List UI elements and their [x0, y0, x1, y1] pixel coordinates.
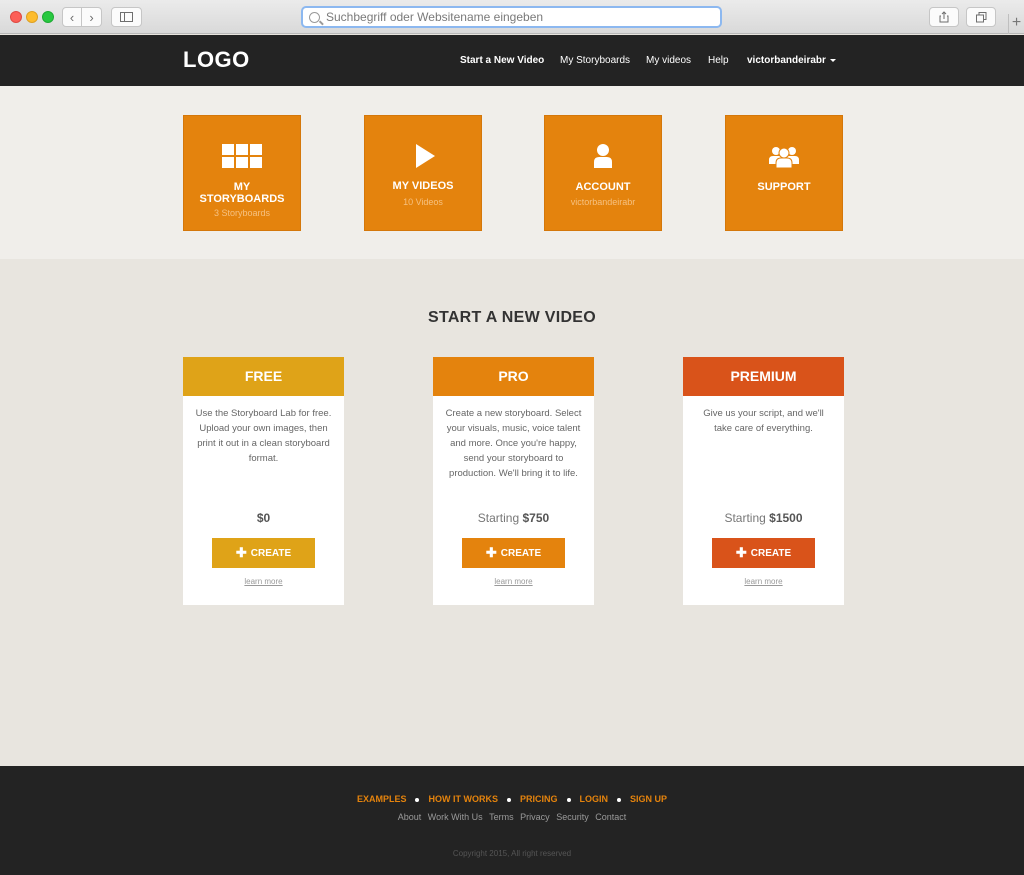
user-menu-label: victorbandeirabr [747, 55, 826, 66]
logo[interactable]: LOGO [183, 47, 250, 73]
plan-description: Use the Storyboard Lab for free. Upload … [195, 408, 332, 464]
footer-link-security[interactable]: Security [556, 812, 589, 822]
chevron-right-icon: › [89, 9, 94, 25]
section-title: START A NEW VIDEO [427, 309, 597, 326]
create-label: CREATE [750, 548, 792, 559]
bullet-separator [566, 797, 571, 802]
learn-more-link[interactable]: learn more [683, 577, 844, 586]
price-prefix: Starting [477, 511, 520, 525]
tile-my-storyboards[interactable]: MY STORYBOARDS 3 Storyboards [183, 115, 301, 231]
tabs-icon [975, 11, 986, 22]
create-label: CREATE [250, 548, 292, 559]
learn-more-link[interactable]: learn more [433, 577, 594, 586]
copyright: Copyright 2015, All right reserved [452, 849, 572, 858]
site-footer: EXAMPLES HOW IT WORKS PRICING LOGIN SIGN UP … [0, 766, 1024, 875]
price-value: $750 [522, 511, 550, 525]
footer-link-sign-up[interactable]: SIGN UP [630, 794, 667, 804]
tile-support[interactable]: SUPPORT [725, 115, 843, 231]
plan-description: Give us your script, and we'll take care… [703, 408, 824, 434]
play-icon [415, 144, 435, 168]
plan-card-pro: PRO Create a new storyboard. Select your… [433, 357, 594, 605]
footer-primary-links: EXAMPLES HOW IT WORKS PRICING LOGIN SIGN UP [0, 794, 1024, 804]
tile-sub: 3 Storyboards [213, 208, 271, 218]
forward-button[interactable]: › [82, 7, 102, 27]
tile-label: MY VIDEOS [392, 180, 454, 192]
price-value: $1500 [769, 511, 803, 525]
nav-start-new-video[interactable]: Start a New Video [460, 55, 544, 66]
grid-icon [222, 144, 262, 168]
tile-label: ACCOUNT [575, 181, 631, 193]
bullet-separator [415, 797, 420, 802]
users-icon [769, 147, 799, 168]
create-pro-button[interactable]: ✚ CREATE [462, 538, 565, 568]
user-icon [594, 144, 612, 168]
nav-my-storyboards[interactable]: My Storyboards [560, 55, 630, 66]
plus-icon: ✚ [735, 545, 747, 560]
learn-more-link[interactable]: learn more [183, 577, 344, 586]
create-premium-button[interactable]: ✚ CREATE [712, 538, 815, 568]
price-prefix: Starting [724, 511, 766, 525]
footer-link-about[interactable]: About [398, 812, 422, 822]
nav-help[interactable]: Help [708, 55, 729, 66]
minimize-window-button[interactable] [26, 11, 38, 23]
footer-secondary-links: About Work With Us Terms Privacy Securit… [0, 812, 1024, 822]
plan-name: PREMIUM [683, 357, 844, 396]
address-bar[interactable] [301, 6, 722, 28]
share-icon [939, 11, 949, 23]
footer-link-contact[interactable]: Contact [595, 812, 626, 822]
plan-name: FREE [183, 357, 344, 396]
plan-price: Starting $750 [433, 511, 594, 525]
create-label: CREATE [500, 548, 542, 559]
plus-icon: ✚ [235, 545, 247, 560]
create-free-button[interactable]: ✚ CREATE [212, 538, 315, 568]
caret-down-icon [829, 58, 836, 62]
plan-name: PRO [433, 357, 594, 396]
plan-price: Starting $1500 [683, 511, 844, 525]
address-input[interactable] [326, 10, 706, 24]
price-value: $0 [256, 511, 271, 525]
tile-my-videos[interactable]: MY VIDEOS 10 Videos [364, 115, 482, 231]
nav-my-videos[interactable]: My videos [646, 55, 691, 66]
footer-link-pricing[interactable]: PRICING [520, 794, 558, 804]
tabs-overview-button[interactable] [966, 7, 996, 27]
tile-sub: victorbandeirabr [570, 197, 636, 207]
plan-price: $0 [183, 511, 344, 525]
share-button[interactable] [929, 7, 959, 27]
plan-card-free: FREE Use the Storyboard Lab for free. Up… [183, 357, 344, 605]
footer-link-privacy[interactable]: Privacy [520, 812, 550, 822]
tile-sub: 10 Videos [403, 197, 443, 207]
close-window-button[interactable] [10, 11, 22, 23]
chevron-left-icon: ‹ [69, 9, 75, 25]
bullet-separator [506, 797, 511, 802]
maximize-window-button[interactable] [42, 11, 54, 23]
sidebar-icon [120, 12, 133, 22]
plan-card-premium: PREMIUM Give us your script, and we'll t… [683, 357, 844, 605]
plus-icon: ✚ [485, 545, 497, 560]
site-header: LOGO Start a New Video My Storyboards My… [0, 35, 1024, 86]
tile-label: MY STORYBOARDS [199, 181, 285, 205]
tile-label: SUPPORT [757, 181, 811, 193]
footer-link-examples[interactable]: EXAMPLES [357, 794, 407, 804]
user-menu[interactable]: victorbandeirabr [747, 55, 836, 66]
bullet-separator [617, 797, 621, 802]
plan-description: Create a new storyboard. Select your vis… [445, 408, 582, 479]
footer-link-terms[interactable]: Terms [489, 812, 514, 822]
dashboard-tiles: MY STORYBOARDS 3 Storyboards MY VIDEOS 1… [0, 86, 1024, 259]
new-tab-button[interactable]: + [1008, 14, 1024, 34]
search-icon [309, 11, 320, 23]
sidebar-toggle-button[interactable] [111, 7, 142, 27]
tile-account[interactable]: ACCOUNT victorbandeirabr [544, 115, 662, 231]
back-button[interactable]: ‹ [62, 7, 82, 27]
browser-toolbar: ‹ › + [0, 0, 1024, 34]
footer-link-how-it-works[interactable]: HOW IT WORKS [428, 794, 498, 804]
footer-link-work-with-us[interactable]: Work With Us [428, 812, 483, 822]
footer-link-login[interactable]: LOGIN [580, 794, 609, 804]
